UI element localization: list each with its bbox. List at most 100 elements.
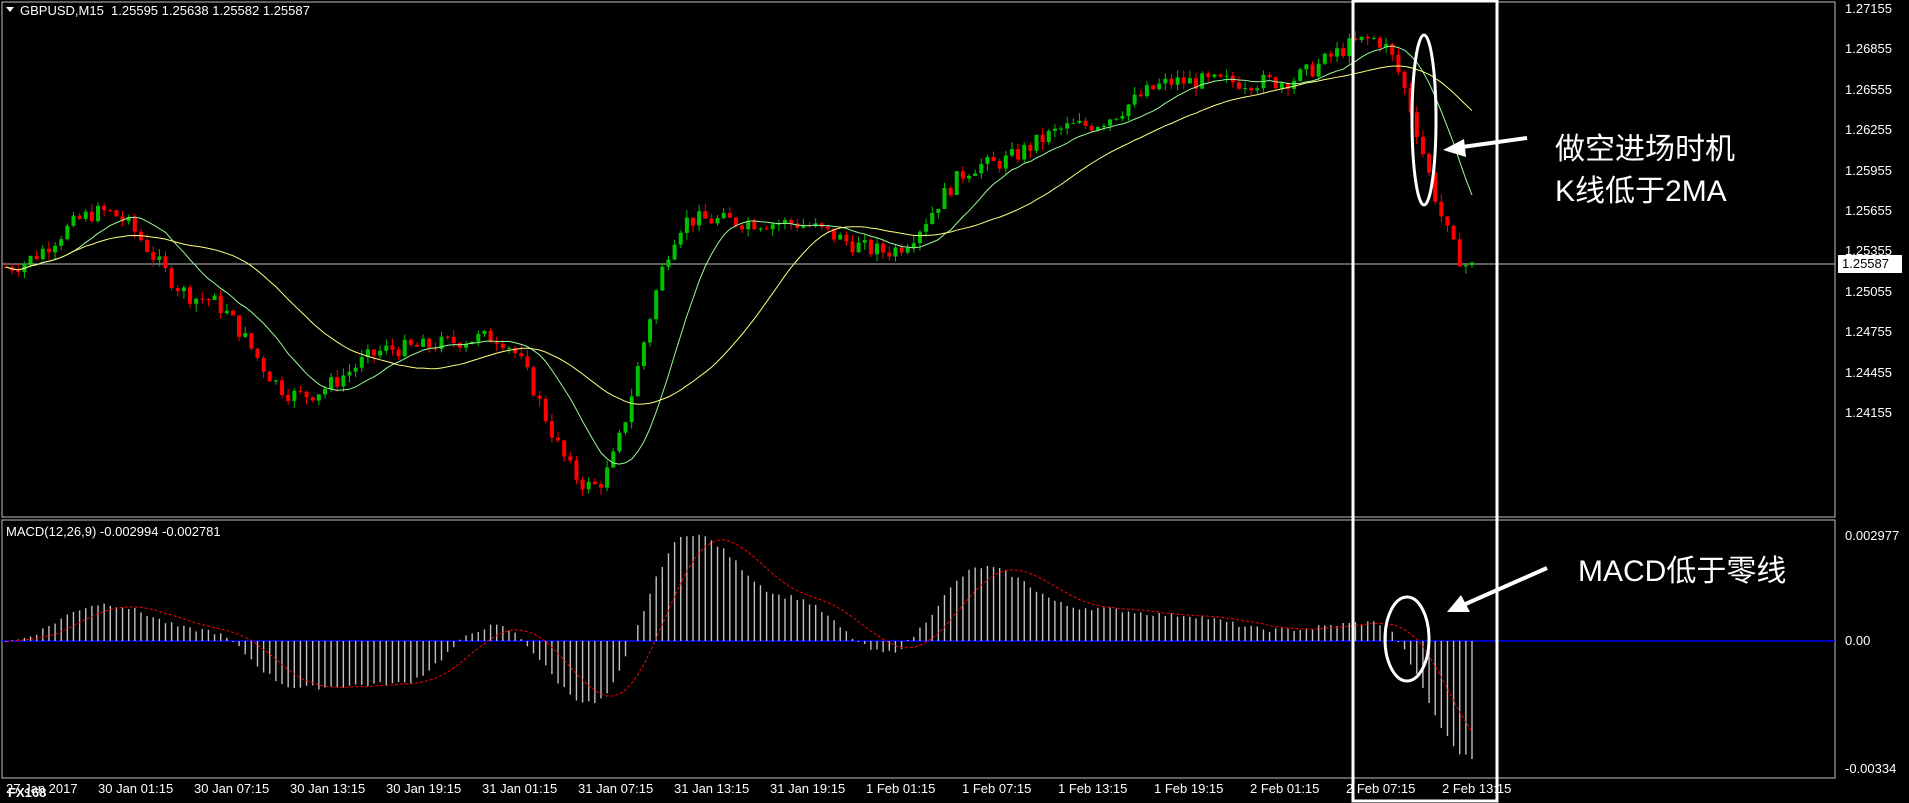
candle-body xyxy=(985,156,990,164)
candle-body xyxy=(1003,155,1008,169)
candle-body xyxy=(292,390,297,401)
price-panel-frame xyxy=(1,1,1836,518)
candle-body xyxy=(684,217,689,233)
candle-body xyxy=(629,396,634,423)
current-price-tag: 1.25587 xyxy=(1838,255,1902,273)
candle-body xyxy=(936,208,941,213)
candle-body xyxy=(1255,88,1260,91)
candle-body xyxy=(979,163,984,174)
candle-body xyxy=(666,259,671,267)
candle-body xyxy=(733,217,738,226)
time-tick: 31 Jan 19:15 xyxy=(770,781,846,796)
candle-body xyxy=(1470,262,1474,266)
candle-body xyxy=(519,353,524,357)
ohlc-values: 1.25595 1.25638 1.25582 1.25587 xyxy=(111,3,310,18)
candle-below-ma-annotation: K线低于2MA xyxy=(1555,175,1727,208)
candle-body xyxy=(617,432,622,452)
candle-body xyxy=(96,205,101,222)
candle-body xyxy=(1212,74,1217,77)
candle-body xyxy=(1359,36,1364,41)
candle-body xyxy=(157,256,162,260)
candle-body xyxy=(500,344,505,349)
candle-body xyxy=(1071,123,1076,125)
candle-body xyxy=(335,377,340,387)
candle-body xyxy=(445,336,450,338)
candle-body xyxy=(1335,48,1340,57)
candle-body xyxy=(102,205,107,211)
candle-body xyxy=(494,342,499,345)
candle-body xyxy=(1328,53,1333,57)
price-tick: 1.24155 xyxy=(1845,405,1892,420)
candle-body xyxy=(316,394,321,401)
candle-body xyxy=(384,345,389,351)
candle-body xyxy=(476,334,481,342)
candle-body xyxy=(746,221,751,230)
candle-body xyxy=(586,481,591,490)
price-tick: 1.26555 xyxy=(1845,81,1892,97)
candle-body xyxy=(46,248,51,253)
candle-body xyxy=(1065,123,1070,129)
candle-body xyxy=(163,256,168,269)
candle-body xyxy=(255,348,260,359)
candle-body xyxy=(267,371,272,382)
candle-body xyxy=(212,295,217,300)
candle-body xyxy=(28,256,33,264)
candle-body xyxy=(408,339,413,345)
candle-body xyxy=(690,217,695,226)
time-tick: 30 Jan 01:15 xyxy=(98,781,174,796)
candle-body xyxy=(1206,73,1211,77)
candle-body xyxy=(353,367,358,372)
candle-body xyxy=(770,224,775,230)
candle-body xyxy=(421,338,426,347)
candle-body xyxy=(764,228,769,230)
candle-body xyxy=(875,243,880,255)
candle-body xyxy=(59,239,64,246)
candle-body xyxy=(1126,104,1131,116)
candle-body xyxy=(703,211,708,219)
candle-body xyxy=(960,171,965,179)
candle-body xyxy=(991,156,996,161)
candle-body xyxy=(678,232,683,245)
time-tick: 30 Jan 19:15 xyxy=(386,781,462,796)
candle-body xyxy=(329,377,334,389)
candle-body xyxy=(372,349,377,356)
candle-body xyxy=(16,270,21,273)
candle-body xyxy=(1310,64,1315,77)
candle-body xyxy=(194,298,199,304)
candle-body xyxy=(1304,64,1309,70)
candle-body xyxy=(1365,36,1370,39)
candles-group xyxy=(4,31,1474,496)
candle-body xyxy=(513,347,518,354)
candle-body xyxy=(942,187,947,209)
candle-body xyxy=(77,215,82,219)
menu-triangle-icon[interactable] xyxy=(6,7,14,12)
candle-body xyxy=(1224,75,1229,77)
candle-body xyxy=(378,350,383,356)
candle-body xyxy=(451,336,456,343)
candle-body xyxy=(605,467,610,488)
candle-body xyxy=(151,252,156,260)
candle-body xyxy=(1292,80,1297,89)
candle-body xyxy=(525,356,530,368)
price-tick: 1.27155 xyxy=(1845,1,1892,16)
candle-body xyxy=(1420,137,1425,155)
candle-body xyxy=(856,242,861,253)
macd-axis-top: 0.002977 xyxy=(1845,528,1900,543)
arrow-icon-upper xyxy=(1443,136,1528,157)
price-tick: 1.26855 xyxy=(1845,41,1892,57)
symbol-label: GBPUSD,M15 xyxy=(20,3,104,18)
candle-body xyxy=(1101,125,1106,127)
candle-body xyxy=(1279,83,1284,89)
candle-body xyxy=(1028,145,1033,151)
candle-body xyxy=(537,395,542,399)
candle-body xyxy=(457,342,462,348)
candle-body xyxy=(1175,77,1180,85)
candle-body xyxy=(715,218,720,224)
candle-body xyxy=(1138,94,1143,97)
candle-body xyxy=(1089,125,1094,131)
symbol-header: GBPUSD,M15 1.25595 1.25638 1.25582 1.255… xyxy=(20,3,310,18)
candle-body xyxy=(1052,128,1057,131)
price-tick: 1.25655 xyxy=(1845,203,1892,218)
time-tick: 2 Feb 01:15 xyxy=(1250,781,1320,796)
candle-body xyxy=(1151,85,1156,90)
